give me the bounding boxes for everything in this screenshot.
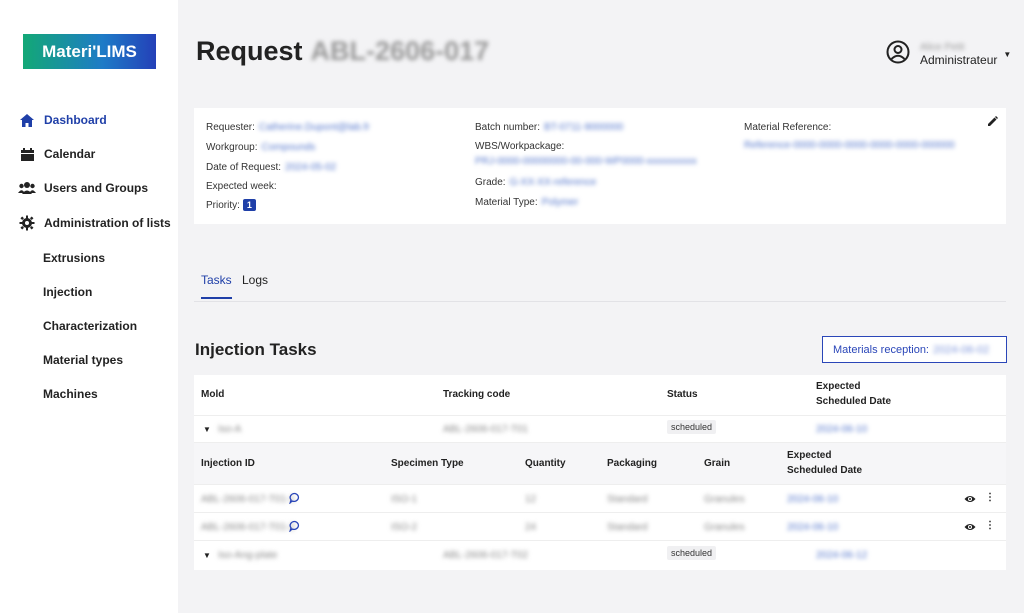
caret-down-icon[interactable]: ▼	[203, 425, 211, 434]
priority-badge: 1	[242, 199, 256, 211]
sidebar-subitem-injection[interactable]: Injection	[43, 285, 92, 299]
column-header-scheduled-date: Scheduled Date	[816, 396, 892, 407]
column-header-status: Status	[667, 389, 698, 400]
request-info-card: Requester: Catherine.Dupont@lab.fr Workgr…	[194, 108, 1006, 224]
app-logo[interactable]: Materi'LIMS	[23, 34, 156, 69]
sidebar-item-label: Administration of lists	[44, 216, 171, 230]
status-badge: scheduled	[667, 420, 717, 434]
table-row[interactable]: ABL-2606-017-T01-2 ISO-2 24 Standard Gra…	[194, 513, 1006, 541]
tab-tasks[interactable]: Tasks	[201, 273, 232, 299]
comment-icon[interactable]	[288, 492, 301, 507]
wbs-value: PRJ-0000-00000000-00-000-WP0000-xxxxxxxx…	[475, 156, 697, 167]
tab-bar: Tasks Logs	[194, 270, 1006, 302]
grade-field: Grade: G-XX-XX-reference	[475, 177, 597, 188]
material-type-field: Material Type: Polymer	[475, 197, 579, 208]
table-row[interactable]: ABL-2606-017-T01-1 ISO-1 12 Standard Gra…	[194, 485, 1006, 513]
sidebar-item-calendar[interactable]: Calendar	[18, 146, 95, 162]
material-reference-label: Material Reference:	[744, 122, 832, 133]
chevron-down-icon[interactable]: ▼	[1003, 50, 1011, 59]
table-row[interactable]: ▼ Iso-Ang-plate ABL-2606-017-T02 schedul…	[194, 541, 1006, 569]
sidebar-item-label: Calendar	[44, 147, 96, 161]
caret-down-icon[interactable]: ▼	[203, 551, 211, 560]
gear-icon	[18, 215, 36, 231]
users-icon	[18, 180, 36, 196]
sidebar-subitem-machines[interactable]: Machines	[43, 387, 98, 401]
table-row[interactable]: ▼ Iso-A ABL-2606-017-T01 scheduled 2024-…	[194, 416, 1006, 443]
column-header-specimen-type: Specimen Type	[391, 458, 464, 469]
column-header-grain: Grain	[704, 458, 731, 469]
injection-tasks-table: Mold Tracking code Status Expected Sched…	[194, 375, 1006, 570]
column-header-expected: Expected	[787, 450, 832, 461]
date-of-request-field: Date of Request: 2024-05-02	[206, 162, 337, 173]
column-header-quantity: Quantity	[525, 458, 566, 469]
sidebar-subitem-extrusions[interactable]: Extrusions	[43, 251, 105, 265]
request-id: ABL-2606-017	[310, 36, 490, 66]
calendar-icon	[18, 146, 36, 162]
column-header-tracking-code: Tracking code	[443, 389, 511, 400]
sidebar-item-label: Users and Groups	[44, 181, 149, 195]
column-header-scheduled-date: Scheduled Date	[787, 465, 863, 476]
sidebar-subitem-characterization[interactable]: Characterization	[43, 319, 137, 333]
main-content: Request ABL-2606-017 Alice Petit Adminis…	[178, 0, 1024, 613]
user-menu[interactable]: Alice Petit Administrateur ▼	[886, 40, 1011, 69]
table-header-row: Mold Tracking code Status Expected Sched…	[194, 375, 1006, 416]
column-header-injection-id: Injection ID	[201, 458, 255, 469]
material-reference-value: Reference-0000-0000-0000-0000-0000-00000…	[744, 140, 955, 151]
sidebar-subitem-material-types[interactable]: Material types	[43, 353, 123, 367]
requester-field: Requester: Catherine.Dupont@lab.fr	[206, 122, 370, 133]
page-title: Request ABL-2606-017	[196, 36, 490, 66]
eye-icon[interactable]	[964, 494, 976, 507]
comment-icon[interactable]	[288, 520, 301, 535]
materials-reception-button[interactable]: Materials reception: 2024-06-02	[822, 336, 1007, 363]
sidebar-item-label: Dashboard	[44, 113, 107, 127]
more-vertical-icon[interactable]: ⋮	[985, 492, 995, 503]
eye-icon[interactable]	[964, 522, 976, 535]
column-header-packaging: Packaging	[607, 458, 658, 469]
more-vertical-icon[interactable]: ⋮	[985, 520, 995, 531]
column-header-expected: Expected	[816, 381, 861, 392]
sub-table-header-row: Injection ID Specimen Type Quantity Pack…	[194, 443, 1006, 485]
tab-logs[interactable]: Logs	[242, 273, 268, 297]
sidebar-item-administration-of-lists[interactable]: Administration of lists	[18, 215, 171, 231]
priority-field: Priority: 1	[206, 199, 256, 211]
expected-week-field: Expected week:	[206, 181, 277, 192]
workgroup-field: Workgroup: Compounds	[206, 142, 316, 153]
batch-number-field: Batch number: BT-0711-9000000	[475, 122, 624, 133]
sidebar-item-dashboard[interactable]: Dashboard	[18, 112, 107, 128]
section-title: Injection Tasks	[195, 340, 317, 359]
column-header-mold: Mold	[201, 389, 225, 400]
sidebar: Materi'LIMS Dashboard Calendar Users and…	[0, 0, 178, 613]
wbs-label: WBS/Workpackage:	[475, 141, 565, 152]
user-role: Administrateur	[920, 53, 998, 67]
user-name: Alice Petit	[920, 42, 965, 53]
edit-icon[interactable]	[987, 114, 998, 132]
status-badge: scheduled	[667, 546, 717, 560]
home-icon	[18, 112, 36, 128]
account-icon	[886, 40, 910, 69]
user-info: Alice Petit Administrateur	[920, 42, 997, 67]
sidebar-item-users-and-groups[interactable]: Users and Groups	[18, 180, 148, 196]
